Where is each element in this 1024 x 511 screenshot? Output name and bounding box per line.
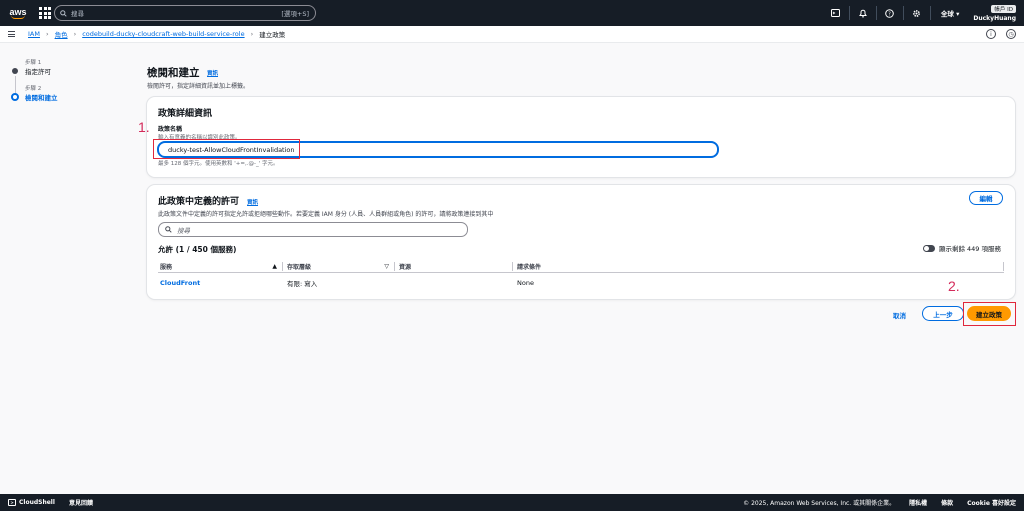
- condition-cell: None: [517, 279, 534, 287]
- permissions-search-input[interactable]: 搜尋: [158, 222, 468, 237]
- global-search-input[interactable]: 搜尋 [選項+S]: [54, 5, 316, 21]
- service-link[interactable]: CloudFront: [160, 279, 200, 287]
- step-dot-icon: [12, 68, 18, 74]
- footer-bar: > CloudShell 意見回饋 © 2025, Amazon Web Ser…: [0, 494, 1024, 511]
- account-menu[interactable]: 帳戶 ID DuckyHuang: [973, 4, 1016, 22]
- table-header: 服務 ▲ 存取層級 ▽ 資源 請求條件: [158, 260, 1004, 273]
- region-selector[interactable]: 全球 ▾: [941, 8, 960, 18]
- cloudshell-label: CloudShell: [19, 499, 55, 506]
- step-2: 步驟 2 檢閱和建立: [11, 84, 112, 102]
- cloudshell-icon[interactable]: [825, 0, 847, 26]
- policy-name-label: 政策名稱: [158, 126, 183, 133]
- chevron-right-icon: ›: [73, 30, 77, 38]
- info-panel-icon[interactable]: i: [986, 29, 996, 39]
- column-header-condition: 請求條件: [513, 260, 1004, 272]
- sort-descending-icon[interactable]: ▽: [384, 263, 389, 270]
- step-active-dot-icon: [11, 93, 19, 101]
- permissions-container: 此政策中定義的許可 資訊 此政策文件中定義的許可指定允許或拒絕哪些動作。若要定義…: [147, 185, 1015, 299]
- annotation-box-2: [963, 302, 1016, 326]
- copyright-text: © 2025, Amazon Web Services, Inc. 或其關係企業…: [743, 500, 896, 507]
- breadcrumb-current: 建立政策: [259, 31, 286, 39]
- step-number: 步驟 1: [25, 60, 42, 66]
- permissions-info-link[interactable]: 資訊: [247, 198, 258, 206]
- toggle-label: 顯示剩餘 449 項服務: [938, 245, 1001, 253]
- permissions-table: 服務 ▲ 存取層級 ▽ 資源 請求條件 CloudFront 有限: 寫入 None: [158, 260, 1004, 293]
- cancel-button[interactable]: 取消: [893, 310, 906, 320]
- services-grid-icon[interactable]: [37, 5, 53, 21]
- policy-details-title: 政策詳細資訊: [158, 109, 213, 119]
- top-navigation: aws 搜尋 [選項+S] ? 全球 ▾ 帳戶 ID DuckyHuang: [0, 0, 1024, 26]
- search-placeholder: 搜尋: [71, 10, 84, 18]
- cloudshell-icon: >: [8, 499, 16, 506]
- recent-history-icon[interactable]: ◷: [1006, 29, 1016, 39]
- column-label: 資源: [399, 263, 412, 271]
- step-label: 指定許可: [25, 68, 51, 76]
- settings-gear-icon[interactable]: [906, 0, 928, 26]
- privacy-link[interactable]: 隱私權: [909, 498, 927, 507]
- notifications-bell-icon[interactable]: [852, 0, 874, 26]
- wizard-steps: 步驟 1 指定許可 步驟 2 檢閱和建立: [11, 58, 112, 110]
- account-id: 帳戶 ID: [991, 4, 1016, 13]
- policy-name-constraint: 最多 128 個字元。使用英數和 '+=,.@-_' 字元。: [158, 161, 279, 167]
- table-row: CloudFront 有限: 寫入 None: [158, 273, 1004, 293]
- page-info-link[interactable]: 資訊: [207, 69, 218, 77]
- annotation-number-1: 1.: [138, 119, 150, 135]
- aws-logo[interactable]: aws: [3, 0, 33, 26]
- cookie-preferences-link[interactable]: Cookie 喜好設定: [967, 498, 1016, 507]
- svg-text:?: ?: [889, 11, 892, 17]
- page-title: 檢閱和建立: [147, 67, 200, 79]
- breadcrumb-iam[interactable]: IAM: [28, 30, 40, 38]
- search-placeholder: 搜尋: [177, 226, 190, 235]
- column-label: 請求條件: [517, 263, 542, 271]
- terms-link[interactable]: 條款: [941, 498, 953, 507]
- show-remaining-toggle[interactable]: 顯示剩餘 449 項服務: [922, 243, 1001, 253]
- feedback-link[interactable]: 意見回饋: [69, 498, 93, 507]
- column-label: 存取層級: [287, 263, 312, 271]
- username: DuckyHuang: [973, 14, 1016, 22]
- breadcrumb-bar: IAM › 角色 › codebuild-ducky-cloudcraft-we…: [0, 26, 1024, 43]
- step-1[interactable]: 步驟 1 指定許可: [12, 58, 112, 76]
- access-level: 有限: 寫入: [287, 280, 318, 288]
- breadcrumb: IAM › 角色 › codebuild-ducky-cloudcraft-we…: [28, 29, 285, 39]
- breadcrumb-role-name[interactable]: codebuild-ducky-cloudcraft-web-build-ser…: [82, 30, 244, 38]
- annotation-number-2: 2.: [948, 278, 960, 294]
- previous-button[interactable]: 上一步: [922, 306, 964, 321]
- permissions-description: 此政策文件中定義的許可指定允許或拒絕哪些動作。若要定義 IAM 身分 (人員、人…: [158, 211, 494, 218]
- edit-button[interactable]: 編輯: [969, 191, 1003, 205]
- column-header-resource: 資源: [395, 260, 513, 272]
- breadcrumb-roles[interactable]: 角色: [55, 29, 68, 39]
- annotation-box-1: [153, 139, 300, 159]
- column-label: 服務: [160, 263, 173, 271]
- column-header-service[interactable]: 服務 ▲: [158, 260, 283, 272]
- step-label: 檢閱和建立: [25, 94, 58, 102]
- sort-ascending-icon[interactable]: ▲: [272, 263, 277, 270]
- page-description: 檢閱許可，指定詳細資訊並加上標籤。: [147, 83, 250, 90]
- region-label: 全球: [940, 10, 954, 18]
- column-header-access[interactable]: 存取層級 ▽: [283, 260, 395, 272]
- aws-smile-icon: [11, 15, 25, 19]
- menu-hamburger-icon[interactable]: [8, 31, 22, 37]
- search-shortcut-hint: [選項+S]: [281, 10, 309, 18]
- permissions-title: 此政策中定義的許可: [158, 197, 240, 207]
- chevron-right-icon: ›: [250, 30, 254, 38]
- step-number: 步驟 2: [25, 86, 42, 92]
- toggle-switch[interactable]: [922, 244, 935, 252]
- search-icon: [165, 226, 172, 233]
- search-icon: [60, 9, 67, 17]
- cloudshell-button[interactable]: > CloudShell: [8, 499, 55, 506]
- chevron-right-icon: ›: [45, 30, 49, 38]
- allow-heading: 允許 (1 / 450 個服務): [158, 245, 237, 254]
- help-icon[interactable]: ?: [879, 0, 901, 26]
- policy-details-container: 政策詳細資訊 政策名稱 輸入有意義的名稱以識別此政策。 ducky-test-A…: [147, 97, 1015, 177]
